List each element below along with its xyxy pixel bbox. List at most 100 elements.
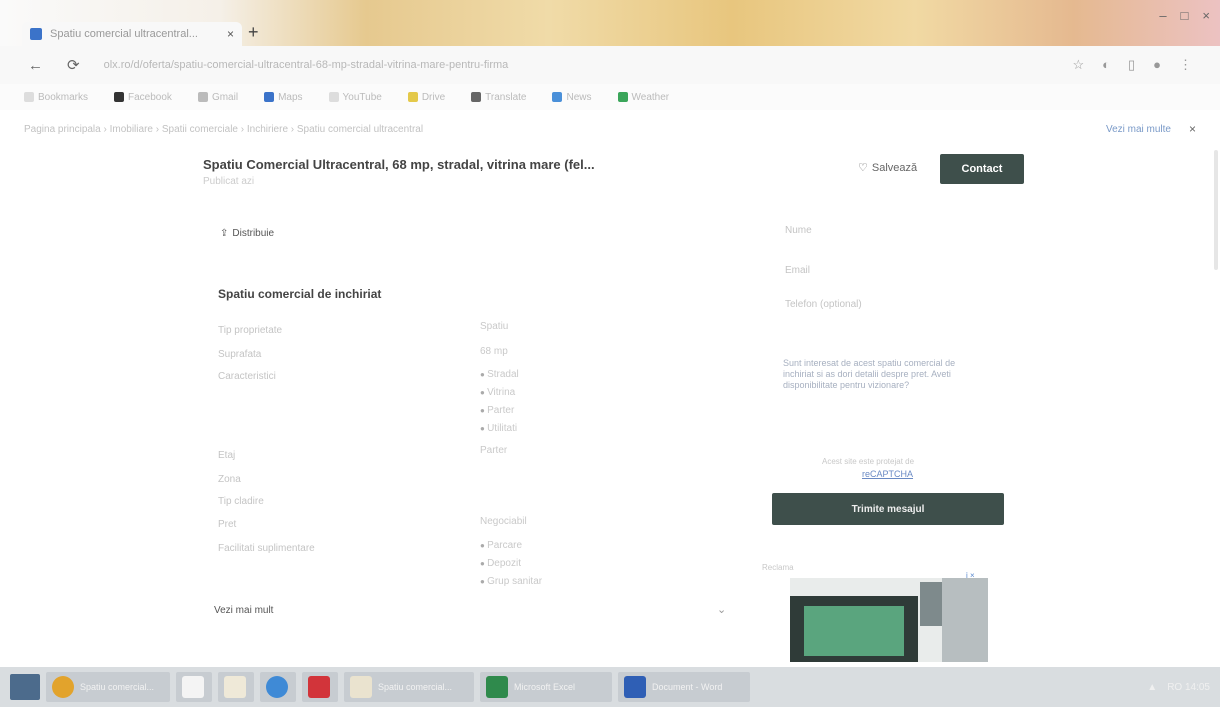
bookmark-item[interactable]: News <box>552 91 592 103</box>
scrollbar-thumb[interactable] <box>1214 150 1218 270</box>
browser-tab[interactable]: Spatiu comercial ultracentral... × <box>22 22 242 46</box>
ad-shape <box>942 578 988 662</box>
breadcrumb: Pagina principala › Imobiliare › Spatii … <box>0 118 1220 140</box>
captcha-note: Acest site este protejat de <box>822 457 915 466</box>
captcha-link[interactable]: reCAPTCHA <box>862 469 913 479</box>
spec-label: Etaj <box>218 450 236 461</box>
address-bar: ← ⟳ olx.ro/d/oferta/spatiu-comercial-ult… <box>0 46 1220 84</box>
spec-label: Zona <box>218 474 241 485</box>
close-icon[interactable]: × <box>1189 122 1196 136</box>
spec-value: Stradal <box>480 369 519 380</box>
message-textarea[interactable]: Sunt interesat de acest spatiu comercial… <box>783 358 983 391</box>
bookmark-icon <box>264 91 275 102</box>
spec-label: Tip proprietate <box>218 325 283 336</box>
listing-subtitle: Publicat azi <box>203 176 255 187</box>
bookmark-icon <box>552 91 563 102</box>
email-field[interactable]: Email <box>785 265 810 276</box>
bookmark-icon <box>471 91 482 102</box>
sidebar-icon[interactable]: ▯ <box>1128 57 1135 73</box>
bookmark-item[interactable]: Weather <box>617 91 669 103</box>
tab-close-icon[interactable]: × <box>227 27 234 41</box>
reload-icon[interactable]: ⟳ <box>67 56 80 74</box>
taskbar-item-adobe[interactable] <box>302 672 338 702</box>
window-icon <box>350 676 372 698</box>
share-button[interactable]: ⇪ Distribuie <box>220 228 274 239</box>
breadcrumb-path[interactable]: Pagina principala › Imobiliare › Spatii … <box>24 124 423 135</box>
menu-dots-icon[interactable]: ⋮ <box>1179 57 1192 73</box>
spec-label: Caracteristici <box>218 371 276 382</box>
bookmark-icon <box>197 91 208 102</box>
bookmark-icon <box>617 91 628 102</box>
spec-value: Negociabil <box>480 516 527 527</box>
show-more-link[interactable]: Vezi mai mult <box>214 605 273 616</box>
details-heading: Spatiu comercial de inchiriat <box>218 287 382 301</box>
bookmark-icon <box>328 91 339 102</box>
extension-icon[interactable]: ◐ <box>1102 57 1110 73</box>
start-button[interactable] <box>10 674 40 700</box>
contact-button[interactable]: Contact <box>940 154 1024 184</box>
bookmark-item[interactable]: Bookmarks <box>24 92 88 103</box>
bookmark-item[interactable]: Gmail <box>197 91 238 103</box>
new-tab-button[interactable]: + <box>248 22 259 43</box>
send-message-button[interactable]: Trimite mesajul <box>772 493 1004 525</box>
bookmark-item[interactable]: Translate <box>471 92 526 103</box>
ad-shape <box>804 606 904 656</box>
chrome-icon <box>52 676 74 698</box>
share-label: Distribuie <box>232 228 275 239</box>
tab-title: Spatiu comercial ultracentral... <box>50 28 198 40</box>
star-icon[interactable]: ☆ <box>1072 57 1084 73</box>
spec-value: Utilitati <box>480 423 517 434</box>
bookmark-item[interactable]: Facebook <box>114 92 172 103</box>
adobe-icon <box>308 676 330 698</box>
url-field[interactable]: olx.ro/d/oferta/spatiu-comercial-ultrace… <box>104 59 1049 71</box>
spec-label: Facilitati suplimentare <box>218 543 315 554</box>
taskbar-item-edge[interactable] <box>260 672 296 702</box>
bookmark-item[interactable]: Maps <box>264 91 303 103</box>
profile-avatar-icon[interactable]: ● <box>1153 57 1161 73</box>
heart-icon: ♡ <box>858 162 868 174</box>
taskbar-item-excel[interactable]: Microsoft Excel <box>480 672 612 702</box>
taskbar-item-chrome[interactable]: Spatiu comercial... <box>46 672 170 702</box>
window-controls: – □ × <box>1159 8 1210 23</box>
bookmarks-bar: Bookmarks Facebook Gmail Maps YouTube Dr… <box>0 84 1220 110</box>
ad-image[interactable] <box>790 578 988 662</box>
bookmark-item[interactable]: Drive <box>407 91 445 103</box>
taskbar-item-window[interactable]: Spatiu comercial... <box>344 672 474 702</box>
bookmark-item[interactable]: YouTube <box>328 91 382 103</box>
save-button[interactable]: ♡ Salvează <box>858 161 918 175</box>
phone-field[interactable]: Telefon (optional) <box>785 299 862 310</box>
save-label: Salvează <box>871 161 918 174</box>
maximize-button[interactable]: □ <box>1181 8 1189 23</box>
extensions-area: ☆ ◐ ▯ ● ⋮ <box>1072 57 1192 73</box>
tray-clock[interactable]: RO 14:05 <box>1167 682 1210 693</box>
spec-label: Pret <box>218 519 237 530</box>
breadcrumb-link[interactable]: Vezi mai multe <box>1106 124 1171 135</box>
spec-value: Parcare <box>480 540 522 551</box>
site-favicon-icon <box>30 28 42 40</box>
spec-value: Depozit <box>480 558 521 569</box>
ad-label: Reclama <box>762 563 794 572</box>
excel-icon <box>486 676 508 698</box>
minimize-button[interactable]: – <box>1159 8 1166 23</box>
taskbar-item-word[interactable]: Document - Word <box>618 672 750 702</box>
spec-value: 68 mp <box>480 346 508 357</box>
close-window-button[interactable]: × <box>1202 8 1210 23</box>
chevron-down-icon[interactable]: ⌄ <box>717 603 726 616</box>
taskbar-item-home[interactable] <box>176 672 212 702</box>
spec-label: Tip cladire <box>218 496 264 507</box>
bookmark-icon <box>407 91 418 102</box>
spec-label: Suprafata <box>218 349 262 360</box>
taskbar: Spatiu comercial... Spatiu comercial... … <box>0 667 1220 707</box>
spec-value: Vitrina <box>480 387 515 398</box>
name-field[interactable]: Nume <box>785 225 812 236</box>
back-arrow-icon[interactable]: ← <box>28 57 43 74</box>
share-icon: ⇪ <box>220 228 229 239</box>
bookmark-icon <box>24 91 34 102</box>
taskbar-item-files[interactable] <box>218 672 254 702</box>
listing-title: Spatiu Comercial Ultracentral, 68 mp, st… <box>203 157 595 172</box>
tray-icon[interactable]: ▲ <box>1147 682 1157 693</box>
spec-value: Spatiu <box>480 321 509 332</box>
folder-icon <box>224 676 246 698</box>
spec-value: Parter <box>480 445 508 456</box>
edge-icon <box>266 676 288 698</box>
